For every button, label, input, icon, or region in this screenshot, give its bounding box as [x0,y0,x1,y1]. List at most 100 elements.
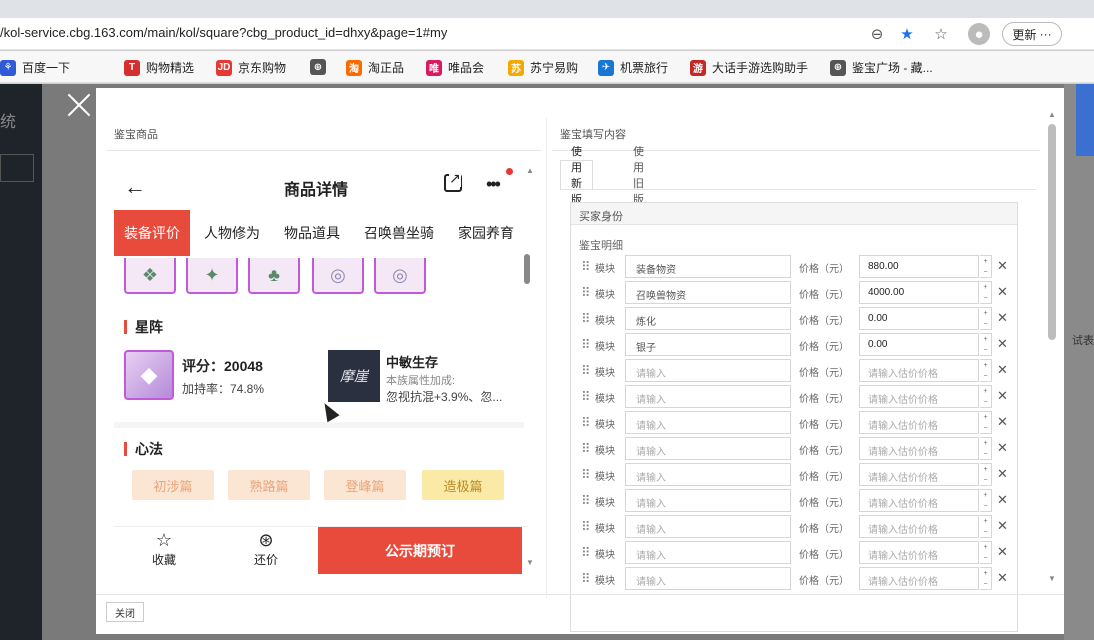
delete-row-icon[interactable]: ✕ [997,570,1008,586]
tab-equipment[interactable]: 装备评价 [114,210,190,256]
module-name-input[interactable]: 炼化 [625,307,791,330]
bookmark-item[interactable]: ⚘ 百度一下 [0,59,70,76]
price-input[interactable]: 请输入估价价格 [859,437,979,460]
price-stepper[interactable]: + − [980,385,992,408]
price-input[interactable]: 请输入估价价格 [859,567,979,590]
price-stepper[interactable]: + − [980,281,992,304]
product-scrollbar[interactable] [524,168,530,580]
profile-avatar-icon[interactable]: ● [968,23,990,45]
equipment-item-icon[interactable]: ◎ [374,258,426,294]
module-name-input[interactable]: 请输入 [625,515,791,538]
bookmark-item[interactable]: T 购物精选 [124,59,194,76]
price-input[interactable]: 请输入估价价格 [859,515,979,538]
zoom-icon[interactable]: ⊖ [866,23,888,45]
form-scroll-down-icon[interactable]: ▼ [1048,574,1056,583]
delete-row-icon[interactable]: ✕ [997,336,1008,352]
module-name-input[interactable]: 请输入 [625,463,791,486]
bargain-button[interactable]: ⊛ 还价 [236,529,296,568]
drag-handle-icon[interactable]: ⠿ [581,285,590,301]
price-stepper[interactable]: + − [980,411,992,434]
drag-handle-icon[interactable]: ⠿ [581,259,590,275]
price-stepper[interactable]: + − [980,541,992,564]
tab-new-version[interactable]: 使用新版 [560,146,593,206]
price-stepper[interactable]: + − [980,489,992,512]
drag-handle-icon[interactable]: ⠿ [581,311,590,327]
price-input[interactable]: 请输入估价价格 [859,411,979,434]
bookmark-item[interactable]: ⊕ [310,59,332,75]
form-scrollbar-thumb[interactable] [1048,124,1056,340]
preorder-button[interactable]: 公示期预订 [318,527,522,574]
module-name-input[interactable]: 请输入 [625,411,791,434]
delete-row-icon[interactable]: ✕ [997,414,1008,430]
delete-row-icon[interactable]: ✕ [997,518,1008,534]
module-name-input[interactable]: 请输入 [625,385,791,408]
form-scroll-up-icon[interactable]: ▲ [1048,110,1056,119]
module-name-input[interactable]: 请输入 [625,489,791,512]
delete-row-icon[interactable]: ✕ [997,310,1008,326]
delete-row-icon[interactable]: ✕ [997,258,1008,274]
module-name-input[interactable]: 请输入 [625,567,791,590]
close-button[interactable]: 关闭 [106,602,144,622]
xinfa-tag[interactable]: 造极篇 [422,470,504,500]
price-stepper[interactable]: + − [980,333,992,356]
bookmark-item[interactable]: ⊕ 鉴宝广场 - 藏... [830,59,933,76]
drag-handle-icon[interactable]: ⠿ [581,363,590,379]
favorites-icon[interactable]: ☆ [930,23,952,45]
price-input[interactable]: 0.00 [859,307,979,330]
update-button[interactable]: 更新 ··· [1002,22,1062,46]
equipment-item-icon[interactable]: ❖ [124,258,176,294]
bookmark-item[interactable]: ✈ 机票旅行 [598,59,668,76]
equipment-item-icon[interactable]: ◎ [312,258,364,294]
price-input[interactable]: 请输入估价价格 [859,359,979,382]
bookmark-item[interactable]: 游大话手游选购助手 [690,59,808,76]
back-arrow-icon[interactable]: ← [124,174,146,200]
bookmark-item[interactable]: JD 京东购物 [216,59,286,76]
share-icon[interactable] [444,170,462,192]
price-stepper[interactable]: + − [980,359,992,382]
delete-row-icon[interactable]: ✕ [997,492,1008,508]
price-input[interactable]: 0.00 [859,333,979,356]
delete-row-icon[interactable]: ✕ [997,466,1008,482]
drag-handle-icon[interactable]: ⠿ [581,571,590,587]
price-stepper[interactable]: + − [980,515,992,538]
url-field[interactable]: /kol-service.cbg.163.com/main/kol/square… [0,25,447,40]
bookmark-item[interactable]: 淘淘正品 [346,59,404,76]
delete-row-icon[interactable]: ✕ [997,284,1008,300]
price-stepper[interactable]: + − [980,255,992,278]
tab-summon[interactable]: 召唤兽坐骑 [354,210,444,256]
scroll-down-arrow-icon[interactable]: ▼ [526,558,534,567]
delete-row-icon[interactable]: ✕ [997,544,1008,560]
price-stepper[interactable]: + − [980,463,992,486]
delete-row-icon[interactable]: ✕ [997,440,1008,456]
price-stepper[interactable]: + − [980,567,992,590]
drag-handle-icon[interactable]: ⠿ [581,389,590,405]
more-icon[interactable]: ••• [486,174,501,195]
bookmark-item[interactable]: 苏苏宁易购 [508,59,578,76]
tab-items[interactable]: 物品道具 [274,210,350,256]
price-input[interactable]: 请输入估价价格 [859,385,979,408]
drag-handle-icon[interactable]: ⠿ [581,337,590,353]
price-input[interactable]: 请输入估价价格 [859,463,979,486]
drag-handle-icon[interactable]: ⠿ [581,519,590,535]
module-name-input[interactable]: 请输入 [625,359,791,382]
drag-handle-icon[interactable]: ⠿ [581,545,590,561]
price-stepper[interactable]: + − [980,307,992,330]
xinfa-tag[interactable]: 登峰篇 [324,470,406,500]
drag-handle-icon[interactable]: ⠿ [581,493,590,509]
module-name-input[interactable]: 召唤兽物资 [625,281,791,304]
equipment-item-icon[interactable]: ♣ [248,258,300,294]
delete-row-icon[interactable]: ✕ [997,362,1008,378]
tab-character[interactable]: 人物修为 [194,210,270,256]
tab-home[interactable]: 家园养育 [448,210,524,256]
module-name-input[interactable]: 请输入 [625,541,791,564]
bookmark-item[interactable]: 唯唯品会 [426,59,484,76]
equipment-item-icon[interactable]: ✦ [186,258,238,294]
favorite-button[interactable]: ☆ 收藏 [134,529,194,568]
module-name-input[interactable]: 请输入 [625,437,791,460]
star-bookmark-icon[interactable]: ★ [896,23,918,45]
overlay-close-icon[interactable] [64,90,94,120]
price-stepper[interactable]: + − [980,437,992,460]
drag-handle-icon[interactable]: ⠿ [581,441,590,457]
product-scrollbar-thumb[interactable] [524,254,530,284]
delete-row-icon[interactable]: ✕ [997,388,1008,404]
